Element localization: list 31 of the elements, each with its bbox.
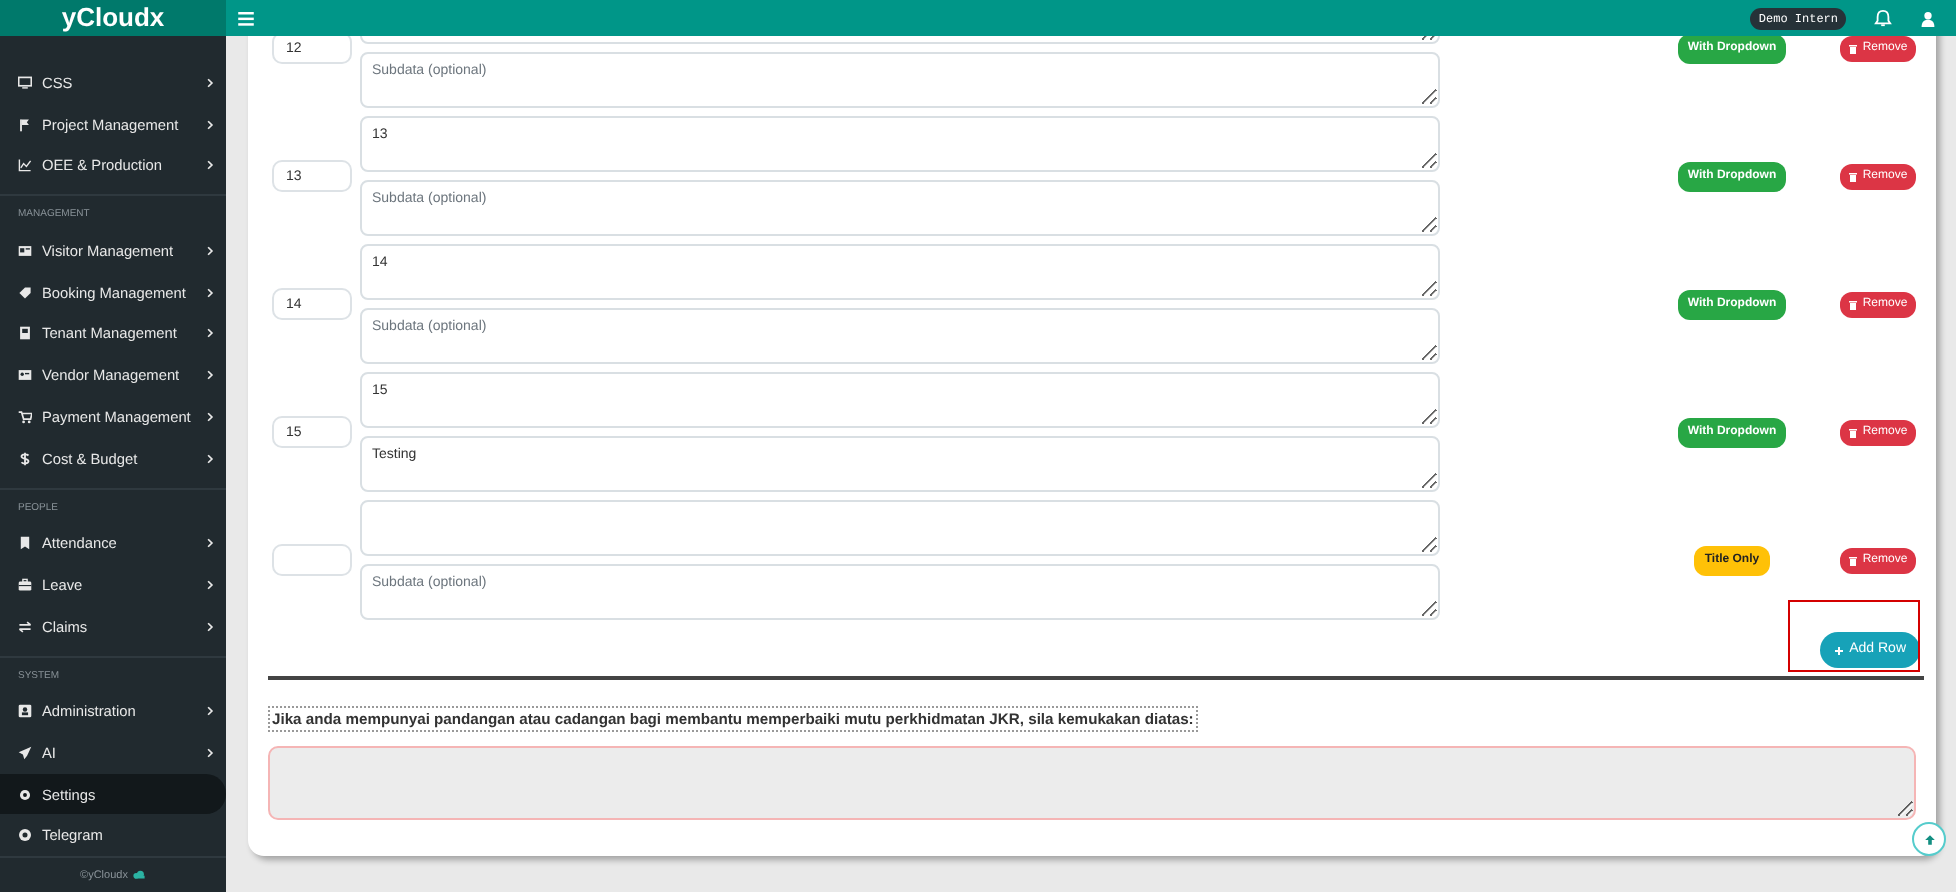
user-square-icon xyxy=(18,703,32,718)
exchange-icon xyxy=(18,619,32,634)
building-icon xyxy=(18,326,32,341)
trash-icon xyxy=(1848,43,1859,53)
menu-icon[interactable] xyxy=(238,11,254,25)
address-card-icon xyxy=(18,368,32,383)
trash-icon xyxy=(1848,555,1859,565)
id-card-icon xyxy=(18,243,32,258)
briefcase-icon xyxy=(18,577,32,592)
feedback-field[interactable] xyxy=(268,746,1916,820)
line-chart-icon xyxy=(18,158,32,173)
bookmark-icon xyxy=(18,536,32,551)
user-icon[interactable] xyxy=(1920,9,1936,27)
number-field[interactable] xyxy=(272,544,352,576)
cart-icon xyxy=(18,409,32,424)
trash-icon xyxy=(1848,299,1859,309)
plus-icon xyxy=(1833,645,1844,655)
circle-icon xyxy=(18,828,32,843)
title-field[interactable] xyxy=(360,500,1440,556)
dollar-icon xyxy=(18,451,32,466)
tag-icon xyxy=(18,285,32,300)
trash-icon xyxy=(1848,171,1859,181)
paper-plane-icon xyxy=(18,745,32,760)
notification-icon[interactable] xyxy=(1874,8,1892,28)
arrow-up-icon xyxy=(1923,833,1935,845)
monitor-icon xyxy=(18,75,32,90)
flag-icon xyxy=(18,117,32,132)
scroll-top-button[interactable] xyxy=(1912,822,1946,856)
brand-logo[interactable]: yCloudx xyxy=(0,0,226,36)
cloud-icon xyxy=(131,870,146,881)
trash-icon xyxy=(1848,427,1859,437)
